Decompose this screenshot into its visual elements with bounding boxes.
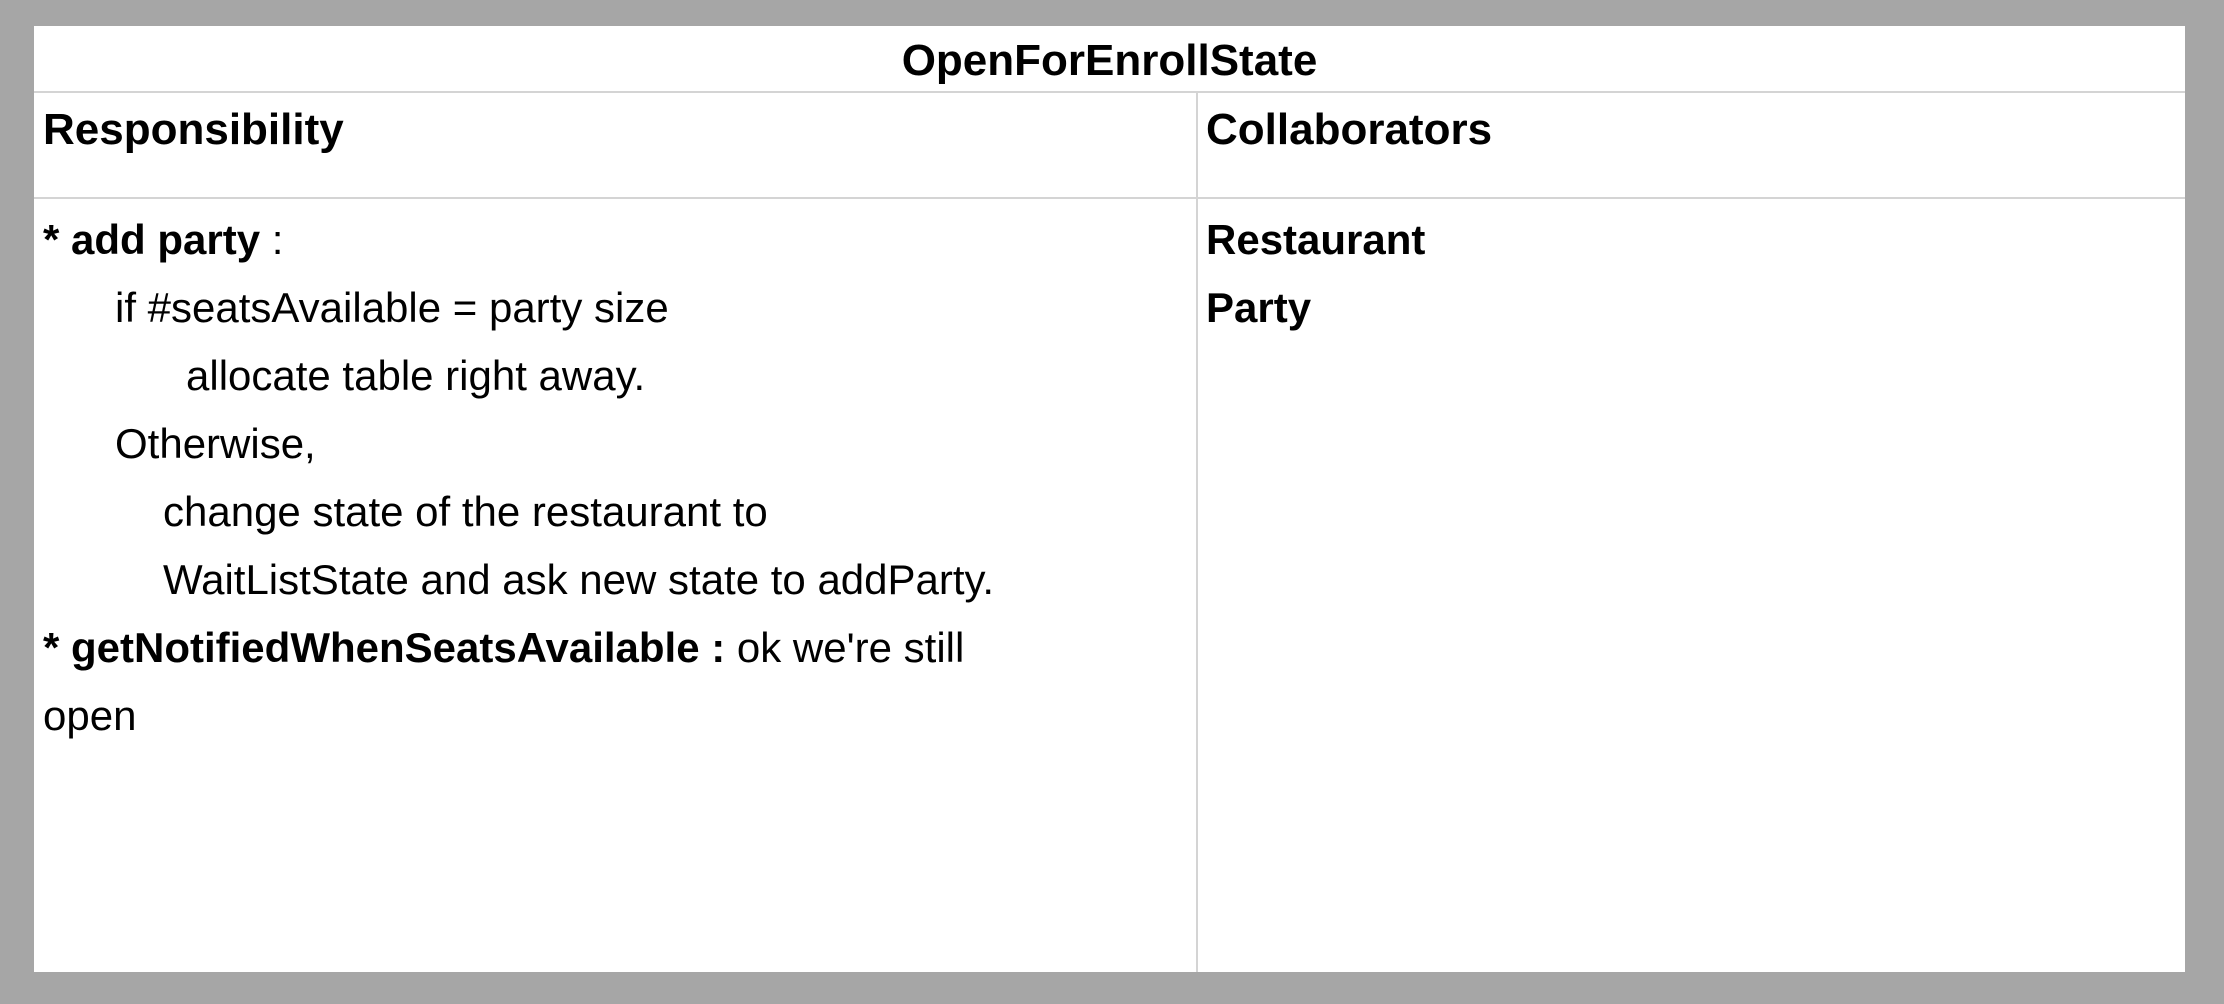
crc-card: OpenForEnrollState Responsibility Collab… [34,26,2185,972]
responsibility-detail: allocate table right away. [186,352,646,399]
column-header-row: Responsibility Collaborators [34,93,2185,199]
collaborators-header: Collaborators [1206,105,1493,154]
responsibility-name: * add party [43,216,261,263]
responsibility-text: ok we're still [725,624,965,671]
collaborator-restaurant: Restaurant [1206,216,1426,263]
responsibility-name: * getNotifiedWhenSeatsAvailable : [43,624,726,671]
collaborator-party: Party [1206,284,1312,331]
responsibility-detail: if #seatsAvailable = party size [115,284,669,331]
collaborator-list: Restaurant Party [1206,206,2166,342]
responsibility-add-party: * add party : [43,206,1173,274]
responsibility-detail: WaitListState and ask new state to addPa… [163,556,995,603]
responsibility-header: Responsibility [43,105,344,154]
column-divider [1196,93,1198,972]
responsibility-colon: : [260,216,284,263]
responsibility-detail: change state of the restaurant to [163,488,768,535]
responsibility-list: * add party : if #seatsAvailable = party… [43,206,1173,750]
responsibility-get-notified: * getNotifiedWhenSeatsAvailable : ok we'… [43,614,1173,682]
responsibility-detail: open [43,692,137,739]
responsibility-detail: Otherwise, [115,420,316,467]
class-name-title: OpenForEnrollState [34,26,2185,93]
